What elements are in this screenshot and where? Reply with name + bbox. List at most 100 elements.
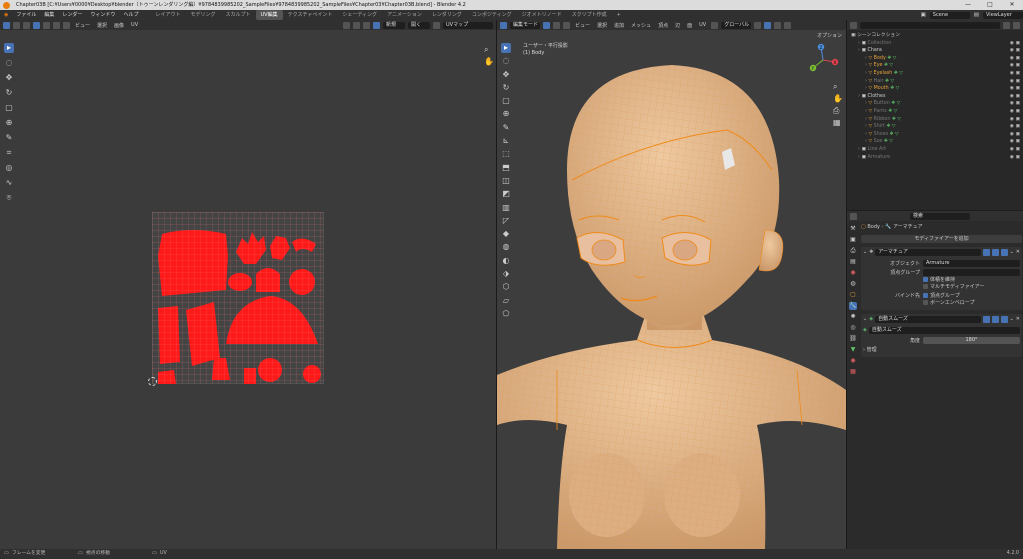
workspace-tab-modeling[interactable]: モデリング: [185, 10, 220, 20]
visibility-toggle-icon[interactable]: ◉ ▣: [1010, 93, 1020, 101]
outliner-item[interactable]: › ▣ Chara ◉ ▣: [851, 47, 1023, 55]
constraints-tab-icon[interactable]: ⛓: [849, 335, 857, 343]
transform-orientation-selector[interactable]: グローバル: [721, 21, 752, 29]
menu-vertex[interactable]: 頂点: [656, 22, 670, 29]
modifier-menu-icon[interactable]: ⌄: [1010, 248, 1014, 257]
manage-subpanel[interactable]: › 管理: [863, 346, 1020, 354]
transform-tool-icon[interactable]: ⊕: [4, 118, 14, 128]
open-image-button[interactable]: 開く: [408, 21, 430, 29]
workspace-tab-texture-paint[interactable]: テクスチャペイント: [283, 10, 338, 20]
bind-bone-envelopes-checkbox[interactable]: ボーンエンベロープ: [923, 300, 1020, 307]
node-group-field[interactable]: 自動スムーズ: [868, 326, 1020, 334]
uv-sync-icon[interactable]: [23, 21, 30, 29]
expand-icon[interactable]: ⌄: [863, 248, 867, 257]
move-tool-icon[interactable]: ✥: [4, 73, 14, 83]
island-select-icon[interactable]: [63, 21, 70, 29]
physics-tab-icon[interactable]: ◎: [849, 324, 857, 332]
face-mode-icon[interactable]: [563, 21, 570, 29]
vertex-select-icon[interactable]: [33, 21, 40, 29]
render-tab-icon[interactable]: ▣: [849, 236, 857, 244]
outliner-item[interactable]: › ▽ Shirt ⛖ ▽ ◉ ▣: [851, 123, 1023, 131]
outliner-item[interactable]: › ▣ Armature ◉ ▣: [851, 154, 1023, 162]
mode-selector[interactable]: 編集モード: [510, 21, 540, 29]
object-tab-icon[interactable]: ▢: [849, 291, 857, 299]
image-browse-icon[interactable]: [373, 21, 380, 29]
outliner[interactable]: ▣ シーンコレクション › ▣ Collection ◉ ▣ › ▣ Chara ◉ …: [846, 20, 1023, 210]
visibility-toggle-icon[interactable]: ◉ ▣: [1010, 131, 1020, 139]
3d-viewport[interactable]: 編集モード ビュー 選択 追加 メッシュ 頂点 辺 面 UV グローバル オプシ…: [497, 20, 846, 549]
menu-add[interactable]: 追加: [612, 22, 626, 29]
visibility-toggle-icon[interactable]: ◉ ▣: [1010, 62, 1020, 70]
proportional-icon[interactable]: [774, 21, 782, 29]
workspace-tab-sculpt[interactable]: スカルプト: [220, 10, 255, 20]
visibility-toggle-icon[interactable]: ◉ ▣: [1010, 47, 1020, 55]
scale-tool-icon[interactable]: ▢: [4, 103, 14, 113]
minimize-button[interactable]: —: [957, 0, 979, 10]
render-toggle-icon[interactable]: [1000, 249, 1008, 256]
new-collection-icon[interactable]: [1013, 21, 1020, 29]
close-button[interactable]: ✕: [1001, 0, 1023, 10]
output-tab-icon[interactable]: ⎙: [849, 247, 857, 255]
remove-modifier-icon[interactable]: ✕: [1016, 315, 1020, 324]
outliner-item[interactable]: › ▽ Pants ⛖ ▽ ◉ ▣: [851, 108, 1023, 116]
visibility-toggle-icon[interactable]: ◉ ▣: [1010, 154, 1020, 162]
relax-tool-icon[interactable]: ∿: [4, 178, 14, 188]
angle-field[interactable]: 180°: [923, 336, 1020, 344]
outliner-item[interactable]: › ▽ Eye ⛖ ▽ ◉ ▣: [851, 62, 1023, 70]
select-tool-icon[interactable]: ▸: [4, 43, 14, 53]
visibility-toggle-icon[interactable]: ◉ ▣: [1010, 70, 1020, 78]
scene-tab-icon[interactable]: ◉: [849, 269, 857, 277]
outliner-item[interactable]: › ▽ Body ⛖ ▽ ◉ ▣: [851, 55, 1023, 63]
visibility-toggle-icon[interactable]: ◉ ▣: [1010, 85, 1020, 93]
menu-render[interactable]: レンダー: [58, 10, 86, 20]
overlay-icon[interactable]: [784, 21, 792, 29]
expand-icon[interactable]: ⌄: [863, 315, 867, 324]
tool-tab-icon[interactable]: ⚒: [849, 225, 857, 233]
vertex-mode-icon[interactable]: [543, 21, 550, 29]
outliner-item[interactable]: › ▽ Ribbon ⛖ ▽ ◉ ▣: [851, 116, 1023, 124]
modifier-menu-icon[interactable]: ⌄: [1010, 315, 1014, 324]
armature-modifier-name[interactable]: アーマチュア: [875, 249, 981, 256]
menu-view[interactable]: ビュー: [573, 22, 592, 29]
visibility-toggle-icon[interactable]: ◉ ▣: [1010, 40, 1020, 48]
workspace-tab-layout[interactable]: レイアウト: [150, 10, 185, 20]
uv-layout-canvas[interactable]: [152, 212, 324, 384]
bind-vertex-groups-checkbox[interactable]: 頂点グループ: [923, 293, 960, 300]
editor-type-icon[interactable]: [850, 212, 857, 220]
viewport-toggle-icon[interactable]: [991, 316, 999, 323]
multi-modifier-checkbox[interactable]: マルチモディファイアー: [923, 284, 1020, 291]
snap-toggle-icon[interactable]: [764, 21, 772, 29]
menu-edit[interactable]: 編集: [40, 10, 58, 20]
editor-type-icon[interactable]: [3, 21, 10, 29]
editor-type-icon[interactable]: [500, 21, 507, 29]
edit-mode-toggle-icon[interactable]: [982, 249, 990, 256]
blender-menu-icon[interactable]: ◉: [0, 10, 12, 20]
menu-uv[interactable]: UV: [697, 22, 708, 28]
visibility-toggle-icon[interactable]: ◉ ▣: [1010, 100, 1020, 108]
uv-select-mode-icon[interactable]: [13, 21, 20, 29]
menu-view[interactable]: ビュー: [73, 22, 92, 29]
outliner-item[interactable]: › ▽ Sox ⛖ ▽ ◉ ▣: [851, 138, 1023, 146]
viewport-toggle-icon[interactable]: [991, 249, 999, 256]
add-workspace-button[interactable]: +: [612, 10, 626, 20]
transform-orientation-icon[interactable]: [711, 21, 719, 29]
pivot-icon[interactable]: [343, 21, 350, 29]
remove-modifier-icon[interactable]: ✕: [1016, 248, 1020, 257]
vertex-group-field[interactable]: [923, 268, 1020, 276]
outliner-root[interactable]: ▣ シーンコレクション: [851, 32, 1023, 40]
visibility-toggle-icon[interactable]: ◉ ▣: [1010, 138, 1020, 146]
rip-tool-icon[interactable]: ⌗: [4, 148, 14, 158]
grab-tool-icon[interactable]: ◎: [4, 163, 14, 173]
visibility-toggle-icon[interactable]: ◉ ▣: [1010, 146, 1020, 154]
visibility-toggle-icon[interactable]: ◉ ▣: [1010, 78, 1020, 86]
cursor-tool-icon[interactable]: ◌: [4, 58, 14, 68]
outliner-item[interactable]: › ▽ Mouth ⛖ ▽ ◉ ▣: [851, 85, 1023, 93]
workspace-tab-uv-editing[interactable]: UV編集: [255, 10, 283, 20]
rotate-tool-icon[interactable]: ↻: [4, 88, 14, 98]
properties-editor[interactable]: 検索 ⚒ ▣ ⎙ ▤ ◉ ◍ ▢ 🔧 ✺ ◎ ⛓ ▼ ◉ ▦ ▢ Body › …: [846, 211, 1023, 549]
snap-icon[interactable]: [353, 21, 360, 29]
menu-select[interactable]: 選択: [95, 22, 109, 29]
visibility-toggle-icon[interactable]: ◉ ▣: [1010, 55, 1020, 63]
maximize-button[interactable]: □: [979, 0, 1001, 10]
outliner-item[interactable]: › ▣ Line Art ◉ ▣: [851, 146, 1023, 154]
